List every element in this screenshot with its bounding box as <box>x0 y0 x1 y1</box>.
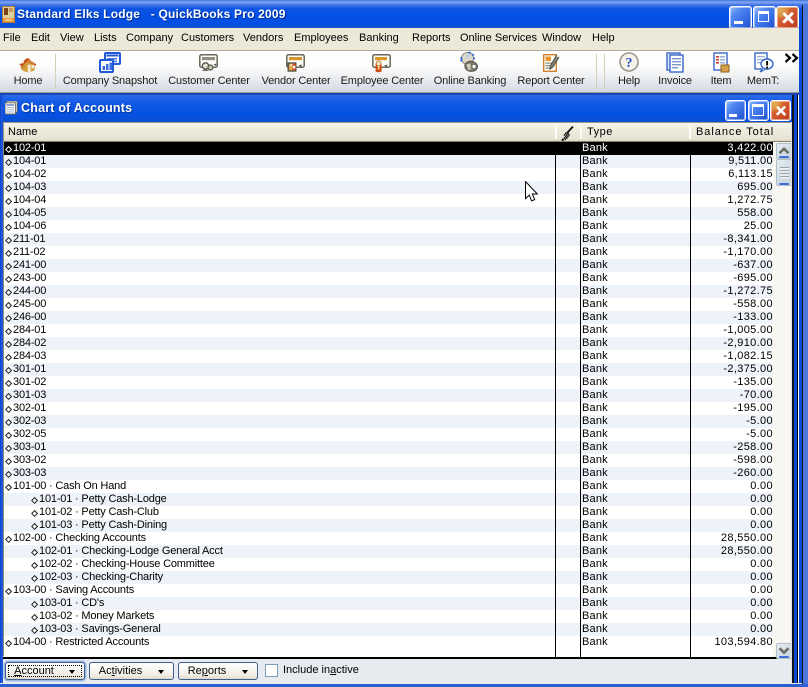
svg-text:?: ? <box>626 56 633 71</box>
